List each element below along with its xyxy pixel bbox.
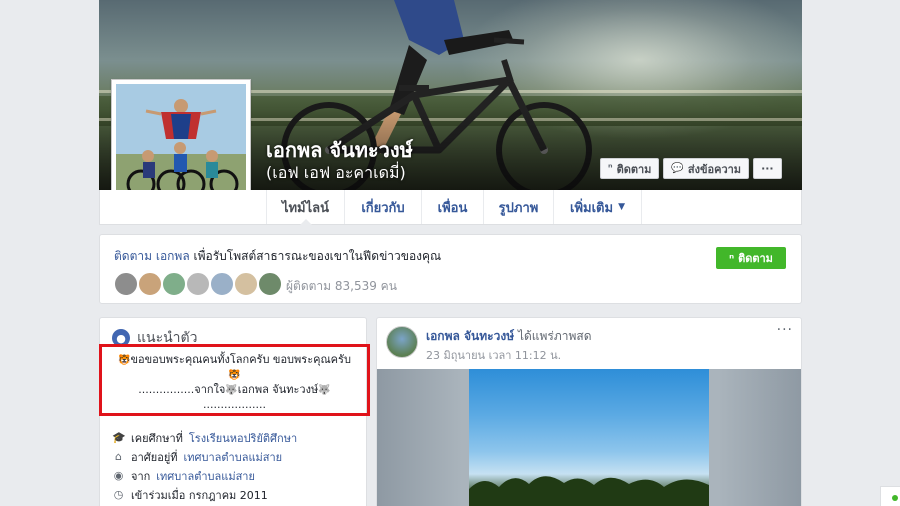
intro-info-list: 🎓 เคยศึกษาที่ โรงเรียนหอปริยัติศึกษา ⌂ อ… [112,428,297,504]
clock-icon: ◷ [113,488,124,501]
more-dots-icon: ··· [761,162,774,175]
tab-more-label: เพิ่มเติม [570,200,614,216]
tab-more[interactable]: เพิ่มเติม ▼ [554,190,642,224]
intro-card: ● แนะนำตัว 🐯ขอขอบพระคุณคนทั้งโลกครับ ขอบ… [99,317,370,506]
bio-text: 🐯ขอขอบพระคุณคนทั้งโลกครับ ขอบพระคุณครับ … [102,353,367,412]
wolf-emoji-icon: 🐺 [318,385,331,396]
education-link[interactable]: โรงเรียนหอปริยัติศึกษา [189,429,297,447]
messenger-icon: 💬 [671,163,684,174]
follower-avatar[interactable] [137,271,163,297]
hometown-prefix: จาก [131,469,151,483]
education-row: 🎓 เคยศึกษาที่ โรงเรียนหอปริยัติศึกษา [112,428,297,447]
tab-friends[interactable]: เพื่อน [422,190,484,224]
bio-line-2: ................จากใจ [138,383,226,396]
post-more-options-icon[interactable]: ··· [777,322,793,338]
rss-icon: ⁿ [608,163,613,174]
joined-text: เข้าร่วมเมื่อ กรกฎาคม 2011 [131,488,268,502]
follow-button[interactable]: ⁿ ติดตาม [716,247,786,269]
follower-avatar[interactable] [257,271,283,297]
hometown-link[interactable]: เทศบาลตำบลแม่สาย [156,467,255,485]
video-trees-illustration [469,476,709,506]
post-header: เอกพล จันทะวงษ์ ได้แพร่ภาพสด [426,327,592,346]
tab-photos[interactable]: รูปภาพ [484,190,554,224]
followers-count[interactable]: ผู้ติดตาม 83,539 คน [286,277,397,296]
post-author-name[interactable]: เอกพล จันทะวงษ์ [426,329,514,343]
follow-button-label: ติดตาม [738,252,773,265]
follower-avatar[interactable] [113,271,139,297]
profile-alternate-name: (เอฟ เอฟ อะคาเดมี่) [266,163,406,182]
education-prefix: เคยศึกษาที่ [131,431,183,445]
wolf-emoji-icon: 🐺 [225,385,238,396]
cover-more-button[interactable]: ··· [753,158,782,179]
joined-row: ◷ เข้าร่วมเมื่อ กรกฎาคม 2011 [112,485,297,504]
follow-prompt-link[interactable]: ติดตาม เอกพล [114,249,190,263]
chat-sidebar-corner[interactable] [880,486,900,506]
follower-avatar[interactable] [209,271,235,297]
tab-timeline[interactable]: ไทม์ไลน์ [266,190,345,225]
post-action: ได้แพร่ภาพสด [514,329,592,343]
cover-follow-label: ติดตาม [616,162,652,176]
message-button[interactable]: 💬 ส่งข้อความ [663,158,750,179]
profile-picture-image [116,84,246,207]
follower-avatar[interactable] [161,271,187,297]
tab-photos-label: รูปภาพ [498,200,539,216]
graduation-cap-icon: 🎓 [112,431,126,444]
location-pin-icon: ◉ [113,469,124,482]
tab-about-label: เกี่ยวกับ [361,200,405,216]
profile-tabs: ไทม์ไลน์ เกี่ยวกับ เพื่อน รูปภาพ เพิ่มเต… [99,190,802,225]
bio-name: เอกพล จันทะวงษ์ [237,383,319,396]
follower-avatar[interactable] [185,271,211,297]
tab-friends-label: เพื่อน [437,200,468,216]
lives-in-link[interactable]: เทศบาลตำบลแม่สาย [184,448,283,466]
bio-highlight-box: 🐯ขอขอบพระคุณคนทั้งโลกครับ ขอบพระคุณครับ … [99,344,370,416]
live-video-post: เอกพล จันทะวงษ์ ได้แพร่ภาพสด 23 มิถุนายน… [376,317,802,506]
tiger-emoji-icon: 🐯 [118,355,131,366]
rss-icon: ⁿ [729,251,735,265]
post-author-avatar[interactable] [386,326,418,358]
home-icon: ⌂ [115,450,122,463]
follower-avatars [113,271,283,297]
message-label: ส่งข้อความ [687,162,742,176]
bio-line-1: ขอขอบพระคุณคนทั้งโลกครับ ขอบพระคุณครับ [130,353,351,366]
follow-prompt-description: เพื่อรับโพสต์สาธารณะของเขาในฟีดข่าวของคุ… [189,249,442,263]
tab-timeline-label: ไทม์ไลน์ [281,200,330,216]
online-status-icon [892,495,898,501]
cover-action-buttons: ⁿ ติดตาม 💬 ส่งข้อความ ··· [600,158,782,179]
follow-prompt-text: ติดตาม เอกพล เพื่อรับโพสต์สาธารณะของเขาใ… [114,247,441,266]
follow-prompt-card: ติดตาม เอกพล เพื่อรับโพสต์สาธารณะของเขาใ… [99,234,802,304]
lives-in-row: ⌂ อาศัยอยู่ที่ เทศบาลตำบลแม่สาย [112,447,297,466]
tiger-emoji-icon: 🐯 [228,370,241,381]
post-timestamp[interactable]: 23 มิถุนายน เวลา 11:12 น. [426,346,561,364]
lives-in-prefix: อาศัยอยู่ที่ [131,450,178,464]
profile-photo-illustration [116,84,246,207]
live-video-player[interactable] [377,369,801,506]
follower-avatar[interactable] [233,271,259,297]
cover-follow-button[interactable]: ⁿ ติดตาม [600,158,660,179]
bio-line-3: .................. [203,398,266,411]
tab-about[interactable]: เกี่ยวกับ [345,190,422,224]
hometown-row: ◉ จาก เทศบาลตำบลแม่สาย [112,466,297,485]
caret-down-icon: ▼ [618,202,625,212]
